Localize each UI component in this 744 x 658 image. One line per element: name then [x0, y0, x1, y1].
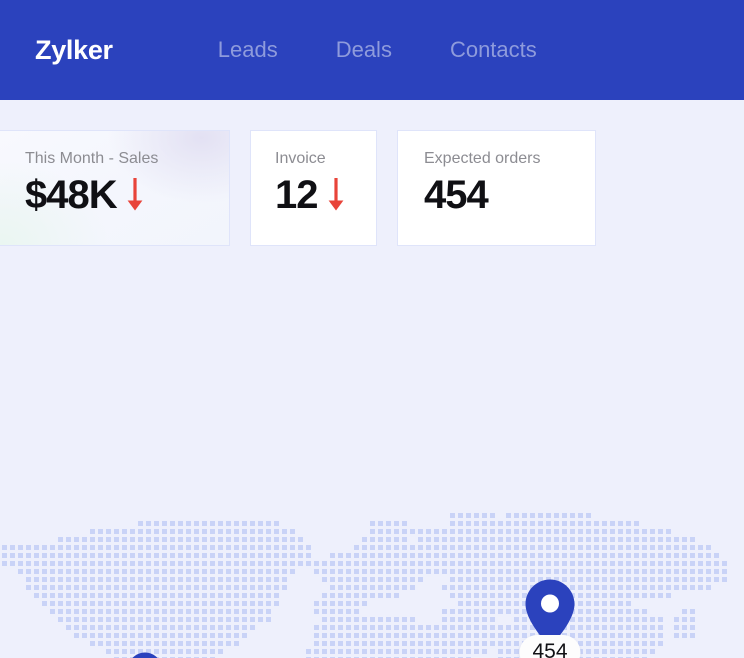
nav-link-contacts[interactable]: Contacts: [450, 37, 537, 63]
nav-link-leads[interactable]: Leads: [218, 37, 278, 63]
map-marker-value: 454: [519, 635, 581, 658]
world-map-dots: [2, 513, 727, 658]
world-map: 65 81 454: [0, 255, 744, 658]
kpi-card-label: Expected orders: [424, 150, 541, 167]
arrow-down-icon: [125, 177, 145, 218]
kpi-card-value: 454: [424, 173, 489, 217]
kpi-card-value-row: $48K: [25, 172, 229, 218]
kpi-card-value-row: 454: [424, 172, 595, 218]
kpi-card-value-row: 12: [275, 172, 376, 218]
map-marker-asia[interactable]: 454: [519, 578, 581, 658]
kpi-card-value: $48K: [25, 173, 118, 217]
kpi-card-label: Invoice: [275, 150, 326, 167]
top-navigation-bar: Zylker Leads Deals Contacts: [0, 0, 744, 100]
dashboard-page: Zylker Leads Deals Contacts This Month -…: [0, 0, 744, 658]
kpi-card-row: This Month - Sales $48K Invoice 12 Expec…: [0, 130, 744, 248]
nav-link-deals[interactable]: Deals: [336, 37, 392, 63]
arrow-down-icon: [326, 177, 346, 218]
kpi-card-invoice[interactable]: Invoice 12: [250, 130, 377, 246]
brand-logo[interactable]: Zylker: [35, 35, 113, 66]
kpi-card-value: 12: [275, 173, 318, 217]
kpi-card-expected-orders[interactable]: Expected orders 454: [397, 130, 596, 246]
kpi-card-label: This Month - Sales: [25, 150, 159, 167]
kpi-card-this-month-sales[interactable]: This Month - Sales $48K: [0, 130, 230, 246]
location-pin-icon: [126, 651, 164, 658]
map-marker-north-america[interactable]: 65: [126, 651, 164, 658]
nav-links: Leads Deals Contacts: [218, 37, 537, 63]
